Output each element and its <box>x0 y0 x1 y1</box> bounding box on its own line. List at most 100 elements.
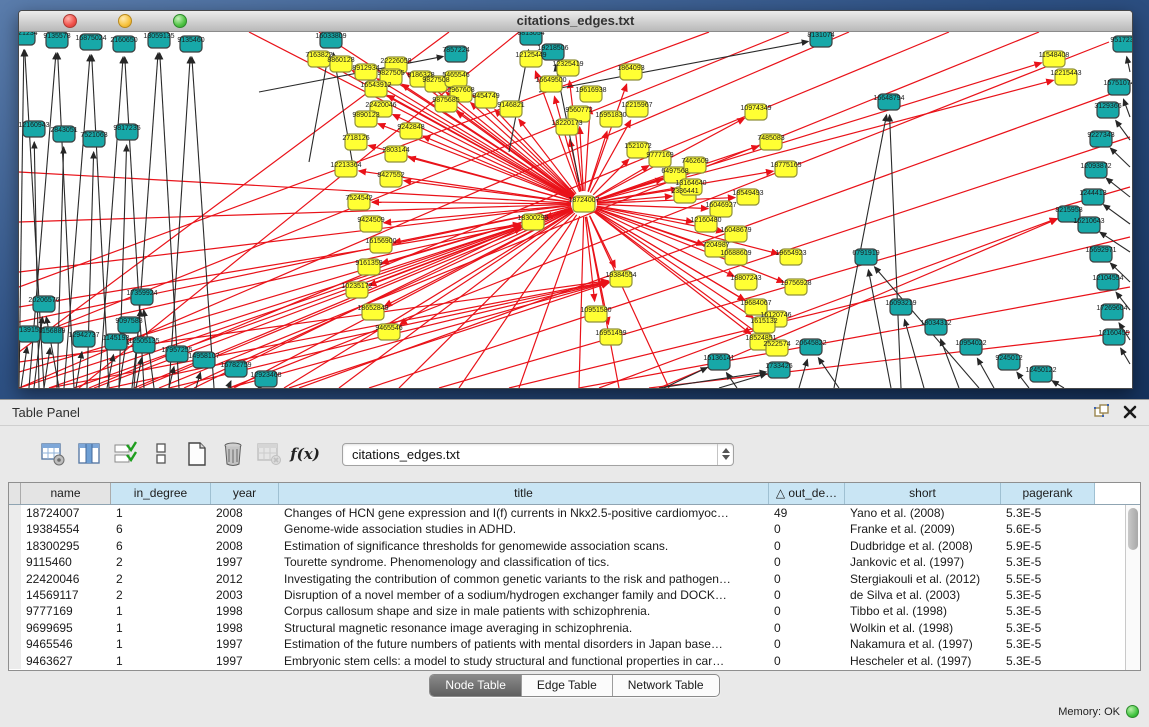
table-selector-dropdown[interactable]: citations_edges.txt <box>342 443 734 466</box>
column-header-title[interactable]: title <box>279 483 769 504</box>
graph-edge-black[interactable] <box>1123 99 1130 117</box>
column-header-out_degree[interactable]: △ out_de… <box>769 483 845 504</box>
cell-pagerank[interactable]: 5.3E-5 <box>1001 554 1095 570</box>
graph-edge-red[interactable] <box>471 103 575 196</box>
cell-year[interactable]: 2012 <box>211 571 279 587</box>
cell-in_degree[interactable]: 1 <box>111 505 211 521</box>
cell-year[interactable]: 1998 <box>211 620 279 636</box>
table-row[interactable]: 911546021997Tourette syndrome. Phenomeno… <box>9 554 1125 570</box>
graph-edge-red[interactable] <box>579 217 584 388</box>
cell-title[interactable]: Embryonic stem cells: a model to study s… <box>279 653 769 669</box>
graph-edge-black[interactable] <box>136 358 142 388</box>
graph-edge-black[interactable] <box>799 359 807 388</box>
graph-edge-red[interactable] <box>372 202 571 204</box>
vertical-scrollbar[interactable] <box>1125 505 1140 670</box>
cell-short[interactable]: Nakamura et al. (1997) <box>845 636 1001 652</box>
cell-out_degree[interactable]: 0 <box>769 603 845 619</box>
cell-title[interactable]: Corpus callosum shape and size in male p… <box>279 603 769 619</box>
column-header-short[interactable]: short <box>845 483 1001 504</box>
cell-name[interactable]: 18300295 <box>21 538 111 554</box>
table-row[interactable]: 977716911998Corpus callosum shape and si… <box>9 603 1125 619</box>
float-panel-icon[interactable] <box>1094 404 1109 424</box>
cell-pagerank[interactable]: 5.3E-5 <box>1001 587 1095 603</box>
table-row[interactable]: 2242004622012Investigating the contribut… <box>9 571 1125 587</box>
graph-edge-black[interactable] <box>977 358 994 388</box>
cell-out_degree[interactable]: 0 <box>769 620 845 636</box>
cell-out_degree[interactable]: 0 <box>769 538 845 554</box>
graph-edge-red[interactable] <box>596 63 1041 200</box>
cell-short[interactable]: Dudbridge et al. (2008) <box>845 538 1001 554</box>
cell-name[interactable]: 9115460 <box>21 554 111 570</box>
tab-node-table[interactable]: Node Table <box>430 675 521 696</box>
table-row[interactable]: 1938455462009Genome-wide association stu… <box>9 521 1125 537</box>
cell-title[interactable]: Estimation of significance thresholds fo… <box>279 538 769 554</box>
cell-in_degree[interactable]: 1 <box>111 620 211 636</box>
column-header-in_degree[interactable]: in_degree <box>111 483 211 504</box>
import-table-icon[interactable] <box>254 439 284 469</box>
cell-title[interactable]: Tourette syndrome. Phenomenology and cla… <box>279 554 769 570</box>
graph-edge-black[interactable] <box>1110 148 1130 167</box>
cell-out_degree[interactable]: 0 <box>769 521 845 537</box>
cell-name[interactable]: 9777169 <box>21 603 111 619</box>
cell-name[interactable]: 9465546 <box>21 636 111 652</box>
cell-title[interactable]: Disruption of a novel member of a sodium… <box>279 587 769 603</box>
cell-short[interactable]: de Silva et al. (2003) <box>845 587 1001 603</box>
graph-edge-red[interactable] <box>234 210 572 388</box>
column-header-name[interactable]: name <box>21 483 111 504</box>
cell-title[interactable]: Changes of HCN gene expression and I(f) … <box>279 505 769 521</box>
table-row[interactable]: 1872400712008Changes of HCN gene express… <box>9 505 1125 521</box>
row-height-icon[interactable] <box>146 439 176 469</box>
cell-in_degree[interactable]: 2 <box>111 571 211 587</box>
cell-out_degree[interactable]: 49 <box>769 505 845 521</box>
graph-edge-black[interactable] <box>309 53 329 162</box>
cell-pagerank[interactable]: 5.6E-5 <box>1001 521 1095 537</box>
cell-year[interactable]: 1997 <box>211 653 279 669</box>
cell-title[interactable]: Investigating the contribution of common… <box>279 571 769 587</box>
cell-name[interactable]: 14569117 <box>21 587 111 603</box>
scrollbar-thumb[interactable] <box>1128 508 1138 550</box>
column-header-pagerank[interactable]: pagerank <box>1001 483 1095 504</box>
cell-short[interactable]: Stergiakouli et al. (2012) <box>845 571 1001 587</box>
graph-edge-black[interactable] <box>1116 120 1130 140</box>
network-window[interactable]: citations_edges.txt 18724007183002951938… <box>18 10 1133 389</box>
cell-year[interactable]: 1997 <box>211 636 279 652</box>
graph-edge-black[interactable] <box>160 53 179 388</box>
graph-edge-black[interactable] <box>1052 381 1064 388</box>
graph-edge-black[interactable] <box>119 145 127 388</box>
select-all-columns-icon[interactable] <box>110 439 140 469</box>
cell-name[interactable]: 22420046 <box>21 571 111 587</box>
cell-name[interactable]: 9463627 <box>21 653 111 669</box>
cell-in_degree[interactable]: 6 <box>111 538 211 554</box>
graph-edge-red[interactable] <box>369 137 1130 388</box>
cell-pagerank[interactable]: 5.3E-5 <box>1001 505 1095 521</box>
cell-title[interactable]: Structural magnetic resonance image aver… <box>279 620 769 636</box>
cell-year[interactable]: 2008 <box>211 505 279 521</box>
tab-network-table[interactable]: Network Table <box>612 675 719 696</box>
cell-in_degree[interactable]: 6 <box>111 521 211 537</box>
graph-edge-red[interactable] <box>289 283 609 388</box>
cell-year[interactable]: 2003 <box>211 587 279 603</box>
cell-out_degree[interactable]: 0 <box>769 653 845 669</box>
table-row[interactable]: 946362711997Embryonic stem cells: a mode… <box>9 653 1125 669</box>
cell-pagerank[interactable]: 5.3E-5 <box>1001 636 1095 652</box>
graph-edge-black[interactable] <box>868 270 891 388</box>
graph-edge-black[interactable] <box>818 358 839 388</box>
table-row[interactable]: 1456911722003Disruption of a novel membe… <box>9 587 1125 603</box>
table-row[interactable]: 1830029562008Estimation of significance … <box>9 538 1125 554</box>
graph-edge-black[interactable] <box>21 347 27 388</box>
cell-in_degree[interactable]: 2 <box>111 554 211 570</box>
table-settings-icon[interactable] <box>38 439 68 469</box>
close-panel-icon[interactable] <box>1123 405 1137 424</box>
network-window-titlebar[interactable]: citations_edges.txt <box>19 11 1132 32</box>
cell-out_degree[interactable]: 0 <box>769 554 845 570</box>
graph-edge-black[interactable] <box>1104 205 1130 224</box>
cell-year[interactable]: 2008 <box>211 538 279 554</box>
graph-edge-black[interactable] <box>1017 372 1029 388</box>
graph-edge-red[interactable] <box>229 42 1109 388</box>
cell-short[interactable]: Franke et al. (2009) <box>845 521 1001 537</box>
cell-short[interactable]: Tibbo et al. (1998) <box>845 603 1001 619</box>
graph-edge-black[interactable] <box>890 115 901 388</box>
graph-edge-black[interactable] <box>1127 57 1130 72</box>
cell-short[interactable]: Hescheler et al. (1997) <box>845 653 1001 669</box>
graph-edge-black[interactable] <box>1121 348 1130 364</box>
